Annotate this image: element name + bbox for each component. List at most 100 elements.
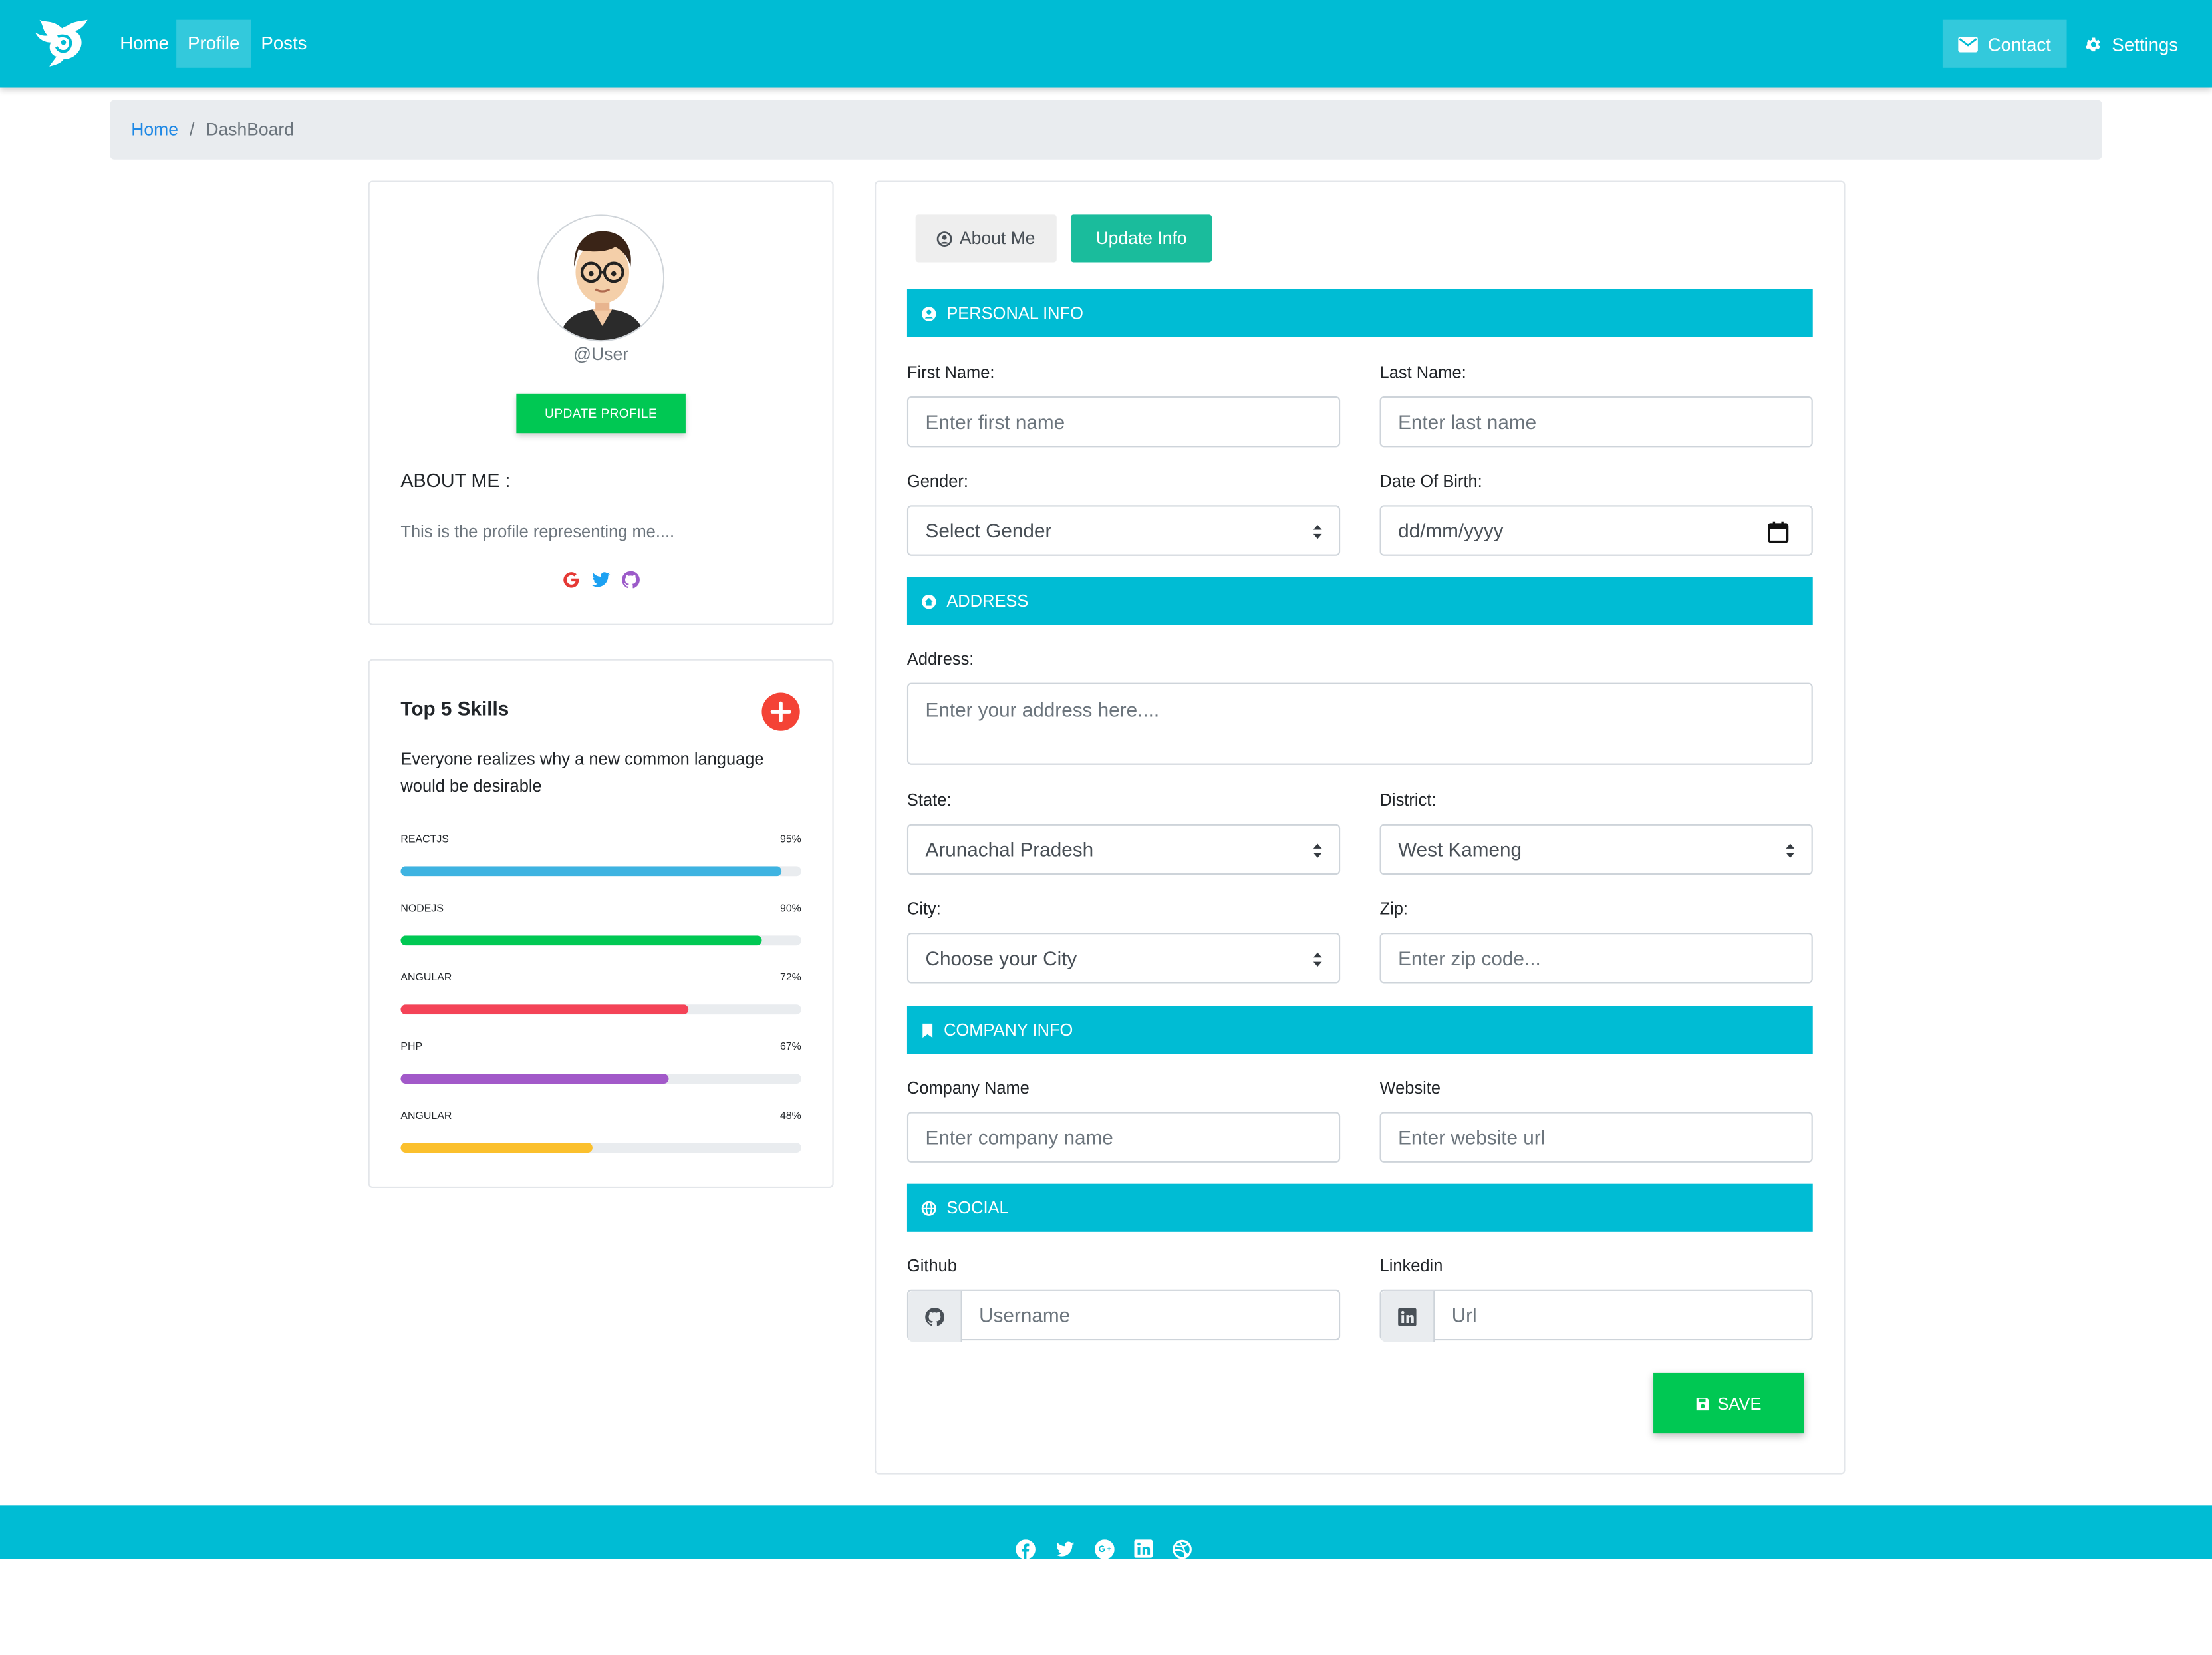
settings-label: Settings bbox=[2112, 33, 2179, 55]
district-select-value: West Kameng bbox=[1398, 837, 1522, 861]
breadcrumb-home-link[interactable]: Home bbox=[131, 120, 178, 140]
district-label: District: bbox=[1379, 790, 1437, 810]
dob-value: dd/mm/yyyy bbox=[1398, 519, 1504, 542]
skill-name: REACTJS bbox=[400, 832, 449, 845]
skill-progress-fill bbox=[400, 935, 761, 946]
social-title: SOCIAL bbox=[946, 1197, 1009, 1218]
tab-about-me[interactable]: About Me bbox=[915, 214, 1057, 263]
facebook-icon[interactable] bbox=[1016, 1539, 1036, 1559]
twitter-icon[interactable] bbox=[591, 570, 611, 590]
home-circle-icon bbox=[921, 593, 936, 609]
last-name-input[interactable]: Enter last name bbox=[1379, 396, 1813, 448]
gender-select[interactable]: Select Gender bbox=[906, 505, 1341, 556]
company-info-header: COMPANY INFO bbox=[906, 1006, 1813, 1054]
linkedin-icon[interactable] bbox=[1134, 1539, 1153, 1559]
select-arrows-icon bbox=[1784, 842, 1796, 859]
website-input[interactable]: Enter website url bbox=[1379, 1112, 1813, 1163]
social-header: SOCIAL bbox=[906, 1183, 1813, 1232]
google-icon[interactable] bbox=[561, 570, 581, 590]
footer-social-links bbox=[1016, 1539, 1192, 1559]
calendar-icon[interactable] bbox=[1768, 521, 1789, 543]
nav-contact-button[interactable]: Contact bbox=[1942, 19, 2067, 68]
update-profile-button[interactable]: UPDATE PROFILE bbox=[516, 393, 686, 434]
nav-settings-button[interactable]: Settings bbox=[2068, 20, 2194, 68]
skill-progress-track bbox=[400, 1004, 801, 1015]
nav-home-link[interactable]: Home bbox=[108, 20, 180, 68]
dribbble-icon[interactable] bbox=[1173, 1539, 1192, 1559]
skill-progress-fill bbox=[400, 1143, 593, 1153]
tab-about-me-label: About Me bbox=[959, 228, 1036, 249]
company-name-label: Company Name bbox=[906, 1078, 1030, 1098]
address-label: Address: bbox=[906, 649, 974, 669]
skills-card: Top 5 Skills Everyone realizes why a new… bbox=[368, 659, 834, 1189]
zip-label: Zip: bbox=[1379, 899, 1408, 919]
skill-progress-track bbox=[400, 1074, 801, 1084]
github-label: Github bbox=[906, 1255, 957, 1276]
github-icon bbox=[924, 1306, 945, 1327]
address-textarea[interactable]: Enter your address here.... bbox=[906, 682, 1813, 765]
first-name-input[interactable]: Enter first name bbox=[906, 396, 1341, 448]
select-arrows-icon bbox=[1312, 842, 1323, 859]
contact-label: Contact bbox=[1987, 33, 2051, 55]
google-plus-icon[interactable] bbox=[1095, 1539, 1115, 1559]
breadcrumb-separator: / bbox=[189, 120, 195, 140]
floppy-disk-icon bbox=[1697, 1396, 1711, 1410]
twitter-icon[interactable] bbox=[1055, 1539, 1075, 1559]
linkedin-addon bbox=[1381, 1290, 1435, 1342]
address-header: ADDRESS bbox=[906, 577, 1813, 625]
nav-posts-link[interactable]: Posts bbox=[249, 20, 318, 68]
personal-info-title: PERSONAL INFO bbox=[946, 303, 1083, 323]
company-info-title: COMPANY INFO bbox=[944, 1020, 1073, 1040]
linkedin-placeholder: Url bbox=[1451, 1303, 1477, 1326]
linkedin-url-input[interactable]: Url bbox=[1379, 1289, 1813, 1342]
zip-input[interactable]: Enter zip code... bbox=[1379, 933, 1813, 984]
skill-percent: 67% bbox=[779, 1040, 801, 1053]
linkedin-label: Linkedin bbox=[1379, 1255, 1443, 1276]
city-label: City: bbox=[906, 899, 941, 919]
globe-icon bbox=[921, 1200, 936, 1215]
linkedin-icon bbox=[1398, 1307, 1417, 1326]
company-name-input[interactable]: Enter company name bbox=[906, 1112, 1341, 1163]
brand-logo-icon[interactable] bbox=[34, 17, 90, 71]
city-select-value: Choose your City bbox=[925, 947, 1077, 970]
skill-percent: 95% bbox=[779, 832, 801, 845]
profile-social-links bbox=[561, 570, 640, 590]
skill-name: PHP bbox=[400, 1040, 423, 1053]
gender-select-value: Select Gender bbox=[925, 519, 1052, 542]
skill-name: ANGULAR bbox=[400, 1109, 452, 1122]
top-navbar: Home Profile Posts Contact Settings bbox=[0, 0, 2212, 88]
plus-icon bbox=[761, 693, 799, 731]
personal-info-header: PERSONAL INFO bbox=[906, 289, 1813, 337]
skill-progress-fill bbox=[400, 866, 781, 877]
about-me-heading: ABOUT ME : bbox=[400, 470, 511, 492]
avatar bbox=[537, 214, 665, 342]
state-select[interactable]: Arunachal Pradesh bbox=[906, 824, 1341, 875]
nav-profile-link[interactable]: Profile bbox=[176, 19, 251, 68]
first-name-label: First Name: bbox=[906, 363, 995, 382]
breadcrumb: Home / DashBoard bbox=[110, 100, 2102, 160]
last-name-label: Last Name: bbox=[1379, 363, 1466, 382]
skill-progress-fill bbox=[400, 1074, 670, 1084]
add-skill-button[interactable] bbox=[761, 692, 800, 731]
skills-title: Top 5 Skills bbox=[400, 696, 509, 720]
district-select[interactable]: West Kameng bbox=[1379, 824, 1813, 875]
save-button[interactable]: SAVE bbox=[1653, 1372, 1805, 1434]
save-label: SAVE bbox=[1717, 1393, 1762, 1414]
gear-icon bbox=[2084, 35, 2102, 53]
skills-description: Everyone realizes why a new common langu… bbox=[400, 749, 764, 796]
github-icon[interactable] bbox=[621, 570, 640, 590]
state-label: State: bbox=[906, 790, 952, 810]
skill-percent: 48% bbox=[779, 1109, 801, 1122]
breadcrumb-current: DashBoard bbox=[206, 120, 295, 140]
tab-update-info[interactable]: Update Info bbox=[1070, 214, 1212, 263]
github-username-input[interactable]: Username bbox=[906, 1289, 1341, 1342]
website-label: Website bbox=[1379, 1078, 1441, 1098]
dob-date-input[interactable]: dd/mm/yyyy bbox=[1379, 505, 1813, 556]
github-addon bbox=[908, 1290, 962, 1342]
skill-progress-track bbox=[400, 1143, 801, 1153]
footer bbox=[0, 1505, 2212, 1559]
envelope-icon bbox=[1958, 36, 1978, 52]
profile-card: @User UPDATE PROFILE ABOUT ME : This is … bbox=[368, 180, 834, 625]
select-arrows-icon bbox=[1312, 524, 1323, 540]
city-select[interactable]: Choose your City bbox=[906, 933, 1341, 984]
